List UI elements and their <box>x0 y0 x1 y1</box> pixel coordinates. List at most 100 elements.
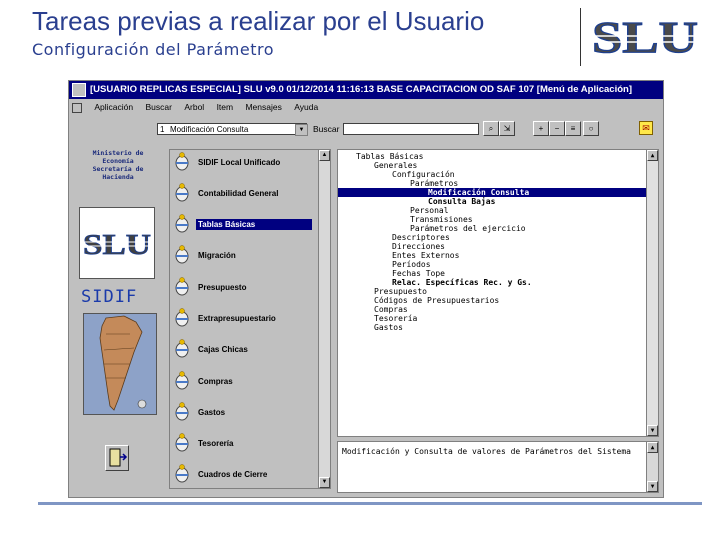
tree-node[interactable]: Períodos <box>392 260 431 269</box>
scroll-down-icon[interactable]: ▼ <box>319 477 330 488</box>
note-icon[interactable]: ✉ <box>639 121 653 135</box>
tree-node[interactable]: Gastos <box>374 323 403 332</box>
module-item[interactable]: Cuadros de Cierre <box>174 464 316 486</box>
module-item[interactable]: Migración <box>174 245 316 267</box>
slu-logo: SLU <box>591 14 700 58</box>
menu-ayuda[interactable]: Ayuda <box>294 100 318 114</box>
stop-icon[interactable]: ○ <box>583 121 599 136</box>
menu-mensajes[interactable]: Mensajes <box>245 100 281 114</box>
menu-aplicacion[interactable]: Aplicación <box>94 100 133 114</box>
combo-dropdown-button[interactable]: ▼ <box>295 124 308 136</box>
slide-subtitle: Configuración del Parámetro <box>32 40 274 59</box>
header-divider <box>580 8 581 66</box>
argentina-map-image <box>83 313 157 415</box>
module-label: Migración <box>198 251 236 260</box>
expand-icon[interactable]: + <box>533 121 549 136</box>
coat-of-arms-icon <box>175 308 189 327</box>
module-label: Compras <box>198 377 233 386</box>
collapse-icon[interactable]: − <box>549 121 565 136</box>
module-item[interactable]: Presupuesto <box>174 277 316 299</box>
tree-node[interactable]: Parámetros <box>410 179 458 188</box>
window-titlebar[interactable]: [USUARIO REPLICAS ESPECIAL] SLU v9.0 01/… <box>69 81 663 99</box>
coat-of-arms-icon <box>175 214 189 233</box>
tree-node[interactable]: Códigos de Presupuestarios <box>374 296 499 305</box>
description-scrollbar[interactable]: ▲ ▼ <box>646 442 658 492</box>
coat-of-arms-icon <box>175 152 189 171</box>
tree-node[interactable]: Consulta Bajas <box>428 197 495 206</box>
sidif-logo: SIDIF <box>81 287 138 307</box>
ministry-text: Ministerio de Economía Secretaría de Hac… <box>79 149 157 181</box>
coat-of-arms-icon <box>175 402 189 421</box>
module-label: Presupuesto <box>198 283 247 292</box>
tree-node[interactable]: Compras <box>374 305 408 314</box>
module-item[interactable]: Tesorería <box>174 433 316 455</box>
module-item[interactable]: Compras <box>174 371 316 393</box>
bottom-rule <box>38 502 702 505</box>
combo-value: Modificación Consulta <box>170 125 249 134</box>
tree-node[interactable]: Descriptores <box>392 233 450 242</box>
ministry-line: Economía <box>102 157 134 165</box>
module-label: Contabilidad General <box>198 189 279 198</box>
tree-node[interactable]: Configuración <box>392 170 455 179</box>
module-item[interactable]: Extrapresupuestario <box>174 308 316 330</box>
exit-door-icon <box>109 448 128 467</box>
module-combo[interactable]: 1 Modificación Consulta <box>157 123 307 135</box>
left-branding-panel: Ministerio de Economía Secretaría de Hac… <box>75 145 159 493</box>
ministry-line: Secretaría de <box>92 165 144 173</box>
app-menu-icon[interactable] <box>72 103 82 113</box>
description-panel: Modificación y Consulta de valores de Pa… <box>337 441 659 493</box>
modules-scrollbar[interactable]: ▲ ▼ <box>318 150 330 488</box>
tree-node[interactable]: Transmisiones <box>410 215 473 224</box>
scroll-up-icon[interactable]: ▲ <box>647 150 658 161</box>
slide-title: Tareas previas a realizar por el Usuario <box>32 6 485 36</box>
tree-node[interactable]: Presupuesto <box>374 287 427 296</box>
menu-buscar[interactable]: Buscar <box>146 100 172 114</box>
menu-item[interactable]: Item <box>217 100 234 114</box>
coat-of-arms-icon <box>175 371 189 390</box>
scroll-down-icon[interactable]: ▼ <box>647 425 658 436</box>
tree-node[interactable]: Tablas Básicas <box>356 152 423 161</box>
coat-of-arms-icon <box>175 464 189 483</box>
tree-node-selected[interactable]: Modificación Consulta <box>338 188 646 197</box>
coat-of-arms-icon <box>175 339 189 358</box>
module-item[interactable]: Contabilidad General <box>174 183 316 205</box>
tree-node[interactable]: Tesorería <box>374 314 417 323</box>
tree-node[interactable]: Fechas Tope <box>392 269 445 278</box>
tree-node[interactable]: Personal <box>410 206 449 215</box>
module-label: Tesorería <box>198 439 234 448</box>
tree-node[interactable]: Entes Externos <box>392 251 459 260</box>
ministry-line: Ministerio de <box>92 149 144 157</box>
module-item[interactable]: Cajas Chicas <box>174 339 316 361</box>
tree-scrollbar[interactable]: ▲ ▼ <box>646 150 658 436</box>
modules-list: SIDIF Local Unificado Contabilidad Gener… <box>169 149 331 489</box>
scroll-down-icon[interactable]: ▼ <box>647 481 658 492</box>
exit-button[interactable] <box>105 445 129 471</box>
menu-tree: Tablas Básicas Generales Configuración P… <box>337 149 659 437</box>
list-icon[interactable]: ≡ <box>565 121 581 136</box>
module-item[interactable]: SIDIF Local Unificado <box>174 152 316 174</box>
search-input[interactable] <box>343 123 479 135</box>
coat-of-arms-icon <box>175 277 189 296</box>
module-item[interactable]: Gastos <box>174 402 316 424</box>
system-menu-icon[interactable] <box>72 83 86 97</box>
search-icon[interactable]: ⌕ <box>483 121 499 136</box>
module-label: Gastos <box>198 408 226 417</box>
coat-of-arms-icon <box>175 183 189 202</box>
menu-bar: Aplicación Buscar Arbol Item Mensajes Ay… <box>69 100 663 114</box>
tree-node[interactable]: Direcciones <box>392 242 445 251</box>
module-label: Cuadros de Cierre <box>198 470 268 479</box>
module-label: Cajas Chicas <box>198 345 248 354</box>
scroll-up-icon[interactable]: ▲ <box>319 150 330 161</box>
module-label: Extrapresupuestario <box>198 314 276 323</box>
menu-arbol[interactable]: Arbol <box>184 100 204 114</box>
window-title: [USUARIO REPLICAS ESPECIAL] SLU v9.0 01/… <box>90 84 632 95</box>
tree-node[interactable]: Relac. Específicas Rec. y Gs. <box>392 278 532 287</box>
description-text: Modificación y Consulta de valores de Pa… <box>342 447 631 456</box>
tree-node[interactable]: Parámetros del ejercicio <box>410 224 526 233</box>
coat-of-arms-icon <box>175 245 189 264</box>
toolbar: 1 Modificación Consulta ▼ Buscar ⌕ ⇲ + − … <box>69 117 663 141</box>
tree-node[interactable]: Generales <box>374 161 417 170</box>
scroll-up-icon[interactable]: ▲ <box>647 442 658 453</box>
search-next-icon[interactable]: ⇲ <box>499 121 515 136</box>
module-item-selected[interactable]: Tablas Básicas <box>174 214 316 236</box>
